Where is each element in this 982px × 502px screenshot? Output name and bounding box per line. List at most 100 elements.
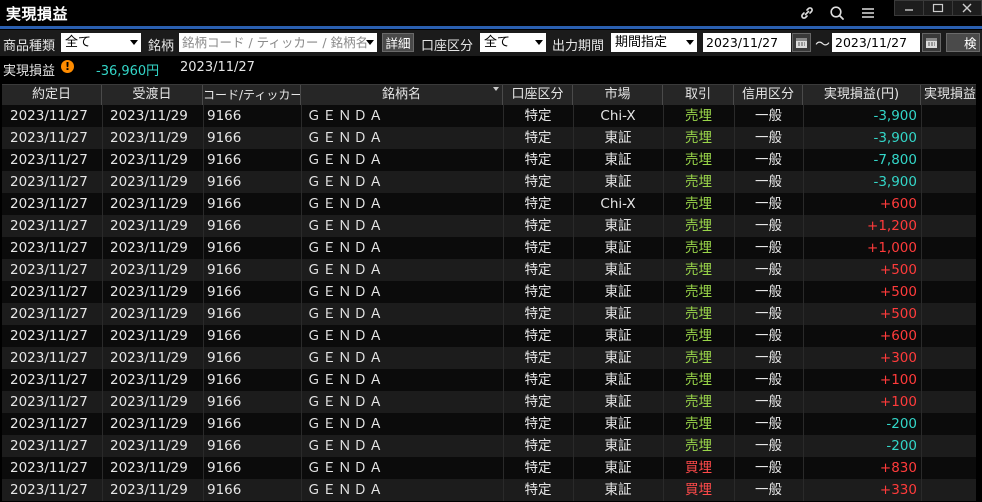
cell-account: 特定 (524, 284, 552, 300)
menu-icon[interactable] (858, 3, 878, 23)
table-row[interactable]: 2023/11/27 2023/11/29 9166 ＧＥＮＤＡ 特定 東証 売埋 一般 +1,… (2, 215, 976, 237)
column-header-code[interactable]: コード/ティッカー (203, 85, 301, 105)
cell-account: 特定 (524, 394, 552, 410)
cell-trade: 売埋 (685, 394, 712, 410)
symbol-input[interactable]: 銘柄コード / ティッカー / 銘柄名 (179, 33, 377, 52)
column-divider (921, 259, 922, 281)
column-header-pnl[interactable]: 実現損益(円) (803, 85, 921, 105)
table-row[interactable]: 2023/11/27 2023/11/29 9166 ＧＥＮＤＡ 特定 Chi-X 売埋 一般… (2, 193, 976, 215)
column-divider (203, 237, 204, 259)
column-divider (102, 325, 103, 347)
date-to-input[interactable]: 2023/11/27 (832, 33, 920, 52)
table-row[interactable]: 2023/11/27 2023/11/29 9166 ＧＥＮＤＡ 特定 東証 売埋 一般 -7,… (2, 149, 976, 171)
maximize-button[interactable] (923, 0, 953, 16)
cell-margin: 一般 (755, 284, 782, 300)
cell-trade-date: 2023/11/27 (10, 262, 88, 278)
cell-account: 特定 (524, 174, 552, 190)
cell-trade: 売埋 (685, 240, 712, 256)
cell-settle-date: 2023/11/29 (110, 284, 188, 300)
table-row[interactable]: 2023/11/27 2023/11/29 9166 ＧＥＮＤＡ 特定 東証 売埋 一般 +50… (2, 303, 976, 325)
table-row[interactable]: 2023/11/27 2023/11/29 9166 ＧＥＮＤＡ 特定 東証 売埋 一般 +50… (2, 259, 976, 281)
cell-margin: 一般 (755, 394, 782, 410)
cell-name: ＧＥＮＤＡ (307, 108, 385, 124)
column-header-trade-date[interactable]: 約定日 (2, 85, 102, 105)
table-row[interactable]: 2023/11/27 2023/11/29 9166 ＧＥＮＤＡ 特定 東証 売埋 一般 +10… (2, 369, 976, 391)
cell-trade: 売埋 (685, 372, 712, 388)
cell-account: 特定 (524, 350, 552, 366)
cell-market: 東証 (604, 372, 632, 388)
cell-trade: 売埋 (685, 416, 712, 432)
table-row[interactable]: 2023/11/27 2023/11/29 9166 ＧＥＮＤＡ 特定 東証 売埋 一般 -20… (2, 413, 976, 435)
cell-name: ＧＥＮＤＡ (307, 394, 385, 410)
table-row[interactable]: 2023/11/27 2023/11/29 9166 ＧＥＮＤＡ 特定 東証 売埋 一般 -3,… (2, 171, 976, 193)
column-divider (301, 237, 302, 259)
column-divider (921, 391, 922, 413)
warning-icon[interactable]: ! (61, 60, 74, 73)
table-row[interactable]: 2023/11/27 2023/11/29 9166 ＧＥＮＤＡ 特定 東証 買埋 一般 +33… (2, 479, 976, 501)
cell-trade-date: 2023/11/27 (10, 372, 88, 388)
table-row[interactable]: 2023/11/27 2023/11/29 9166 ＧＥＮＤＡ 特定 Chi-X 売埋 一般… (2, 105, 976, 127)
cell-code: 9166 (207, 196, 242, 212)
column-divider (921, 369, 922, 391)
link-icon[interactable] (797, 3, 817, 23)
cell-trade-date: 2023/11/27 (10, 130, 88, 146)
period-value: 期間指定 (615, 35, 668, 50)
chevron-down-icon (366, 40, 374, 45)
cell-market: 東証 (604, 174, 632, 190)
column-divider (102, 105, 103, 127)
table-row[interactable]: 2023/11/27 2023/11/29 9166 ＧＥＮＤＡ 特定 東証 売埋 一般 +1,… (2, 237, 976, 259)
search-button[interactable]: 検 (946, 33, 980, 52)
column-divider (921, 105, 922, 127)
table-body: 2023/11/27 2023/11/29 9166 ＧＥＮＤＡ 特定 Chi-X 売埋 一般… (2, 105, 976, 502)
detail-button[interactable]: 詳細 (382, 33, 414, 52)
search-icon[interactable] (827, 3, 847, 23)
table-row[interactable]: 2023/11/27 2023/11/29 9166 ＧＥＮＤＡ 特定 東証 売埋 一般 +60… (2, 325, 976, 347)
date-from-input[interactable]: 2023/11/27 (703, 33, 791, 52)
cell-code: 9166 (207, 284, 242, 300)
column-divider (301, 127, 302, 149)
calendar-from-button[interactable] (792, 33, 811, 52)
column-divider (301, 193, 302, 215)
cell-code: 9166 (207, 306, 242, 322)
column-header-margin[interactable]: 信用区分 (734, 85, 803, 105)
table-row[interactable]: 2023/11/27 2023/11/29 9166 ＧＥＮＤＡ 特定 東証 買埋 一般 +83… (2, 457, 976, 479)
table-row[interactable]: 2023/11/27 2023/11/29 9166 ＧＥＮＤＡ 特定 東証 売埋 一般 +50… (2, 281, 976, 303)
cell-margin: 一般 (755, 218, 782, 234)
cell-market: 東証 (604, 130, 632, 146)
cell-trade: 売埋 (685, 130, 712, 146)
minimize-button[interactable] (894, 0, 924, 16)
sort-arrow-icon (493, 87, 499, 91)
period-select[interactable]: 期間指定 (611, 33, 697, 52)
column-header-settle-date[interactable]: 受渡日 (102, 85, 203, 105)
product-type-select[interactable]: 全て (61, 33, 141, 52)
cell-name: ＧＥＮＤＡ (307, 174, 385, 190)
cell-pnl: +830 (879, 460, 917, 476)
column-divider (102, 457, 103, 479)
table-row[interactable]: 2023/11/27 2023/11/29 9166 ＧＥＮＤＡ 特定 東証 売埋 一般 +30… (2, 347, 976, 369)
column-header-name[interactable]: 銘柄名 (301, 85, 503, 105)
cell-account: 特定 (524, 438, 552, 454)
calendar-to-button[interactable] (922, 33, 941, 52)
column-header-account[interactable]: 口座区分 (503, 85, 573, 105)
table-row[interactable]: 2023/11/27 2023/11/29 9166 ＧＥＮＤＡ 特定 東証 売埋 一般 +10… (2, 391, 976, 413)
cell-code: 9166 (207, 438, 242, 454)
close-button[interactable] (952, 0, 982, 16)
cell-account: 特定 (524, 328, 552, 344)
column-header-market[interactable]: 市場 (573, 85, 663, 105)
column-header-trade[interactable]: 取引 (663, 85, 734, 105)
table-row[interactable]: 2023/11/27 2023/11/29 9166 ＧＥＮＤＡ 特定 東証 売埋 一般 -3,… (2, 127, 976, 149)
column-divider (921, 435, 922, 457)
account-type-select[interactable]: 全て (480, 33, 546, 52)
cell-name: ＧＥＮＤＡ (307, 196, 385, 212)
column-header-pnl-2[interactable]: 実現損益 (921, 85, 976, 105)
cell-market: 東証 (604, 218, 632, 234)
cell-trade-date: 2023/11/27 (10, 284, 88, 300)
column-divider (102, 259, 103, 281)
column-divider (203, 479, 204, 501)
symbol-placeholder: 銘柄コード / ティッカー / 銘柄名 (182, 35, 369, 50)
column-divider (203, 457, 204, 479)
table-header: 約定日 受渡日 コード/ティッカー 銘柄名 口座区分 市場 取引 信用区分 実現… (2, 84, 976, 106)
table-row[interactable]: 2023/11/27 2023/11/29 9166 ＧＥＮＤＡ 特定 東証 売埋 一般 -20… (2, 435, 976, 457)
date-to-value: 2023/11/27 (835, 35, 908, 50)
column-divider (102, 369, 103, 391)
